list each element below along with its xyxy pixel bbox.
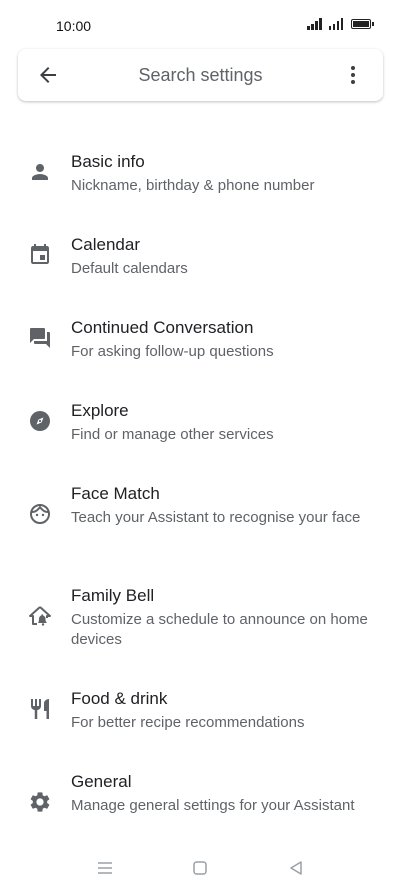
list-item-food-drink[interactable]: Food & drink For better recipe recommend…	[0, 689, 401, 749]
more-vert-icon[interactable]	[341, 63, 365, 87]
back-triangle-icon[interactable]	[284, 856, 308, 880]
item-title: Face Match	[71, 484, 160, 503]
gear-icon	[28, 790, 52, 814]
item-title: Explore	[71, 401, 129, 420]
item-title: Basic info	[71, 152, 145, 171]
status-bar: 10:00	[0, 0, 401, 44]
signal-icon	[307, 18, 322, 30]
chat-icon	[28, 326, 52, 350]
search-bar[interactable]: Search settings	[18, 49, 383, 101]
list-item-family-bell[interactable]: Family Bell Customize a schedule to anno…	[0, 586, 401, 666]
item-subtitle: Default calendars	[71, 260, 188, 277]
fork-knife-icon	[28, 697, 52, 721]
home-bell-icon	[28, 604, 52, 628]
item-title: Calendar	[71, 235, 140, 254]
compass-icon	[28, 409, 52, 433]
item-subtitle: Manage general settings for your Assista…	[71, 797, 355, 814]
list-item-calendar[interactable]: Calendar Default calendars	[0, 235, 401, 295]
item-title: Family Bell	[71, 586, 155, 605]
list-item-general[interactable]: General Manage general settings for your…	[0, 772, 401, 852]
item-subtitle: Customize a schedule to announce on home…	[71, 611, 368, 648]
item-subtitle: Nickname, birthday & phone number	[71, 177, 315, 194]
item-subtitle: For better recipe recommendations	[71, 714, 305, 731]
battery-icon	[351, 19, 374, 29]
item-subtitle: Teach your Assistant to recognise your f…	[71, 509, 361, 526]
list-item-basic-info[interactable]: Basic info Nickname, birthday & phone nu…	[0, 152, 401, 212]
menu-icon[interactable]	[93, 856, 117, 880]
home-square-icon[interactable]	[188, 856, 212, 880]
item-subtitle: For asking follow-up questions	[71, 343, 274, 360]
list-item-face-match[interactable]: Face Match Teach your Assistant to recog…	[0, 484, 401, 564]
search-input[interactable]: Search settings	[18, 65, 383, 86]
calendar-icon	[28, 243, 52, 267]
system-nav-bar	[0, 844, 401, 892]
person-icon	[28, 160, 52, 184]
item-title: General	[71, 772, 132, 791]
status-icons	[307, 18, 374, 30]
signal-icon-2	[328, 18, 343, 30]
item-title: Food & drink	[71, 689, 168, 708]
face-icon	[28, 502, 52, 526]
list-item-explore[interactable]: Explore Find or manage other services	[0, 401, 401, 461]
item-subtitle: Find or manage other services	[71, 426, 274, 443]
item-title: Continued Conversation	[71, 318, 254, 337]
list-item-continued-conversation[interactable]: Continued Conversation For asking follow…	[0, 318, 401, 378]
status-time: 10:00	[56, 18, 92, 34]
